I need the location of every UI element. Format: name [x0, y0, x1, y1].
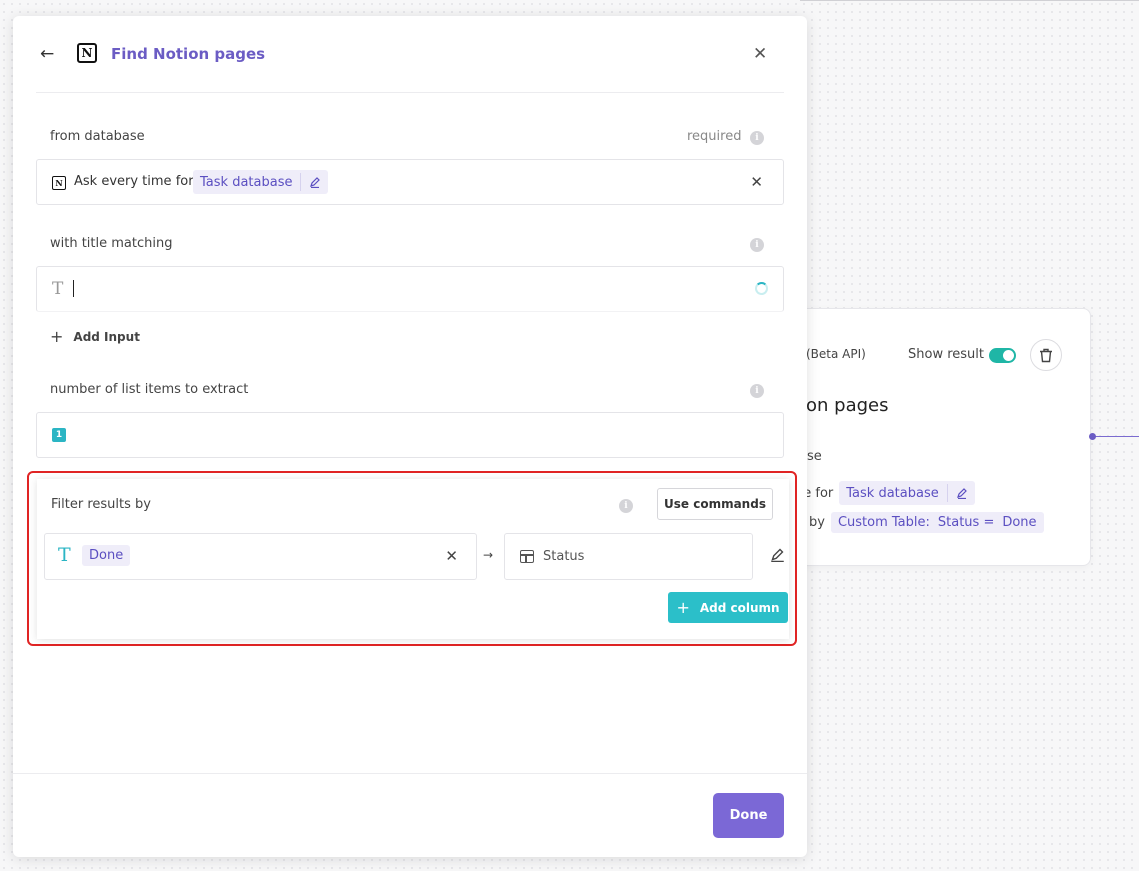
clear-filter-icon[interactable]: ✕	[445, 547, 458, 565]
chip-separator	[946, 484, 948, 502]
node-task-database-chip[interactable]: Task database	[839, 481, 975, 505]
task-database-chip-label: Task database	[200, 174, 293, 190]
pen-icon[interactable]	[309, 176, 321, 188]
node-line-filter: by Custom Table: Status = Done	[809, 512, 1044, 533]
node-line-filter-text: by	[809, 515, 825, 530]
node-task-database-chip-label: Task database	[846, 485, 939, 501]
list-items-label: number of list items to extract	[50, 382, 249, 397]
show-result-toggle[interactable]	[989, 348, 1016, 363]
add-input-label: Add Input	[73, 329, 140, 344]
info-icon[interactable]: i	[619, 499, 633, 513]
number-value-badge: 1	[52, 428, 66, 442]
use-commands-button[interactable]: Use commands	[657, 488, 773, 520]
title-matching-input[interactable]: T	[36, 266, 784, 312]
filter-column-select[interactable]: Status	[504, 533, 753, 580]
plus-icon: +	[50, 327, 64, 346]
close-icon[interactable]: ✕	[753, 44, 767, 64]
node-line-database: se	[807, 449, 822, 464]
background-node-card[interactable]: (Beta API) Show result on pages se ne fo…	[770, 308, 1091, 566]
notion-logo-icon: N	[77, 43, 97, 63]
column-name: Status	[543, 549, 585, 564]
show-result-label: Show result	[908, 347, 984, 362]
text-cursor	[73, 280, 74, 297]
info-icon[interactable]: i	[750, 384, 764, 398]
text-type-icon: T	[58, 544, 71, 566]
filter-value-input[interactable]: T Done ✕	[44, 533, 477, 580]
list-items-input[interactable]: 1	[36, 412, 784, 458]
footer-divider	[13, 773, 807, 774]
node-title: on pages	[806, 395, 889, 416]
node-filter-chip[interactable]: Custom Table: Status = Done	[830, 512, 1044, 533]
node-filter-chip-table: Custom Table:	[837, 515, 930, 530]
modal-header: ← N Find Notion pages ✕	[13, 16, 807, 93]
trash-icon	[1040, 348, 1052, 362]
info-icon[interactable]: i	[750, 131, 764, 145]
plus-icon: +	[676, 598, 690, 617]
node-connector	[1089, 433, 1139, 440]
chip-separator	[300, 173, 302, 191]
filter-section: Filter results by i Use commands T Done …	[37, 479, 789, 639]
done-button[interactable]: Done	[713, 793, 784, 838]
ask-every-time-text: Ask every time for	[74, 174, 194, 189]
node-line-ask: ne for Task database	[795, 481, 975, 505]
info-icon[interactable]: i	[750, 238, 764, 252]
arrow-right-icon: →	[483, 548, 494, 562]
done-value-chip[interactable]: Done	[82, 545, 131, 566]
filter-highlight-box: Filter results by i Use commands T Done …	[27, 471, 797, 646]
from-database-field[interactable]: N Ask every time for Task database ✕	[36, 159, 784, 205]
task-database-chip[interactable]: Task database	[193, 170, 329, 194]
node-filter-chip-value: Done	[1002, 515, 1037, 530]
loading-spinner-icon	[755, 282, 768, 295]
filter-results-label: Filter results by	[51, 497, 151, 512]
add-input-button[interactable]: + Add Input	[50, 327, 140, 346]
node-api-label: (Beta API)	[806, 347, 866, 361]
back-arrow-icon[interactable]: ←	[40, 44, 54, 64]
node-filter-chip-status: Status =	[937, 515, 995, 530]
header-divider	[36, 92, 784, 93]
page-title: Find Notion pages	[111, 45, 266, 63]
notion-logo-icon: N	[52, 176, 66, 190]
add-column-button[interactable]: + Add column	[668, 592, 788, 623]
required-label: required	[687, 129, 742, 144]
canvas-top-line	[800, 0, 1139, 1]
pen-icon	[956, 488, 967, 499]
find-notion-pages-modal: ← N Find Notion pages ✕ from database re…	[13, 16, 807, 857]
from-database-label: from database	[50, 129, 145, 144]
edit-filter-pen-icon[interactable]	[770, 547, 785, 566]
pen-icon	[771, 548, 784, 563]
clear-database-icon[interactable]: ✕	[750, 173, 763, 191]
table-icon	[520, 550, 534, 563]
add-column-label: Add column	[699, 600, 780, 615]
text-type-icon: T	[52, 279, 64, 299]
delete-node-button[interactable]	[1030, 339, 1062, 371]
title-matching-label: with title matching	[50, 236, 173, 251]
